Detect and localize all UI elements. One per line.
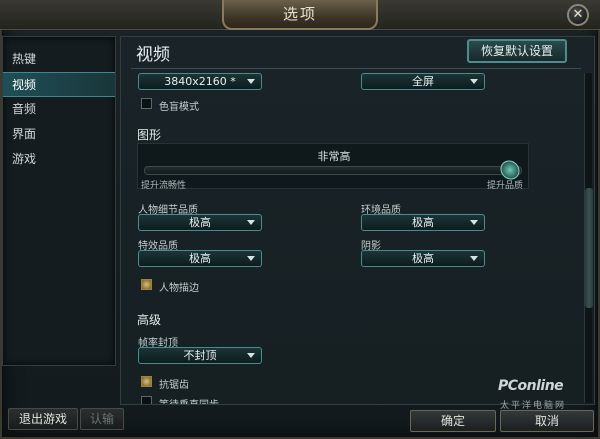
slider-max-label: 提升品质	[487, 181, 524, 191]
close-button[interactable]: ✕	[567, 4, 589, 26]
fps-cap-dropdown[interactable]: 不封顶	[138, 347, 262, 364]
vsync-checkbox[interactable]	[141, 396, 152, 404]
sidebar-item-interface[interactable]: 界面	[3, 122, 115, 147]
settings-panel: 视频 恢复默认设置 3840x2160 * 全屏 色盲模式 图形 非常高 提升流…	[120, 36, 595, 405]
graphics-section-title: 图形	[137, 128, 162, 142]
surrender-button[interactable]: 认输	[80, 408, 124, 430]
sidebar-item-hotkeys[interactable]: 热键	[3, 47, 115, 72]
sidebar-item-game[interactable]: 游戏	[3, 147, 115, 172]
environment-quality-value: 极高	[412, 216, 434, 229]
chevron-down-icon	[247, 353, 255, 358]
shadows-dropdown[interactable]: 极高	[361, 250, 485, 267]
header-divider	[131, 68, 581, 69]
exit-game-button[interactable]: 退出游戏	[8, 408, 78, 430]
environment-quality-dropdown[interactable]: 极高	[361, 214, 485, 231]
graphics-quality-value: 非常高	[317, 150, 351, 163]
pconline-watermark: PConline 太平洋电脑网	[498, 378, 594, 418]
slider-track[interactable]	[144, 166, 522, 175]
graphics-quality-slider: 非常高 提升流畅性 提升品质	[137, 143, 529, 191]
shadows-value: 极高	[412, 252, 434, 265]
effects-quality-dropdown[interactable]: 极高	[138, 250, 262, 267]
antialias-checkbox[interactable]	[141, 376, 152, 387]
sidebar-item-audio[interactable]: 音频	[3, 97, 115, 122]
restore-defaults-button[interactable]: 恢复默认设置	[467, 39, 567, 63]
chevron-down-icon	[247, 256, 255, 261]
watermark-sub: 太平洋电脑网	[500, 401, 567, 411]
character-outline-checkbox[interactable]	[141, 279, 152, 290]
confirm-button[interactable]: 确定	[410, 410, 496, 432]
character-quality-value: 极高	[189, 216, 211, 229]
chevron-down-icon	[470, 256, 478, 261]
close-icon: ✕	[572, 7, 584, 22]
sidebar-item-video[interactable]: 视频	[3, 72, 115, 97]
sidebar: 热键 视频 音频 界面 游戏	[2, 36, 116, 366]
window-mode-dropdown[interactable]: 全屏	[361, 73, 485, 90]
vsync-label: 等待垂直同步	[159, 396, 219, 404]
character-outline-label: 人物描边	[159, 283, 199, 294]
scrollbar[interactable]	[584, 73, 593, 403]
title-bar: 选项 ✕	[0, 0, 600, 30]
slider-min-label: 提升流畅性	[141, 181, 187, 191]
fps-cap-value: 不封顶	[183, 349, 217, 362]
effects-quality-value: 极高	[189, 252, 211, 265]
scroll-thumb[interactable]	[585, 188, 593, 308]
colorblind-checkbox[interactable]	[141, 98, 152, 109]
antialias-label: 抗锯齿	[159, 380, 189, 391]
character-quality-dropdown[interactable]: 极高	[138, 214, 262, 231]
chevron-down-icon	[470, 79, 478, 84]
resolution-value: 3840x2160 *	[164, 75, 236, 88]
watermark-brand: PConline	[498, 378, 564, 394]
resolution-dropdown[interactable]: 3840x2160 *	[138, 73, 262, 90]
chevron-down-icon	[247, 220, 255, 225]
advanced-section-title: 高级	[137, 313, 162, 327]
chevron-down-icon	[247, 79, 255, 84]
colorblind-label: 色盲模式	[159, 102, 199, 113]
page-title: 视频	[136, 45, 170, 65]
panel-header: 视频 恢复默认设置	[121, 37, 594, 69]
window-mode-value: 全屏	[412, 75, 434, 88]
window-title: 选项	[222, 0, 378, 30]
chevron-down-icon	[470, 220, 478, 225]
